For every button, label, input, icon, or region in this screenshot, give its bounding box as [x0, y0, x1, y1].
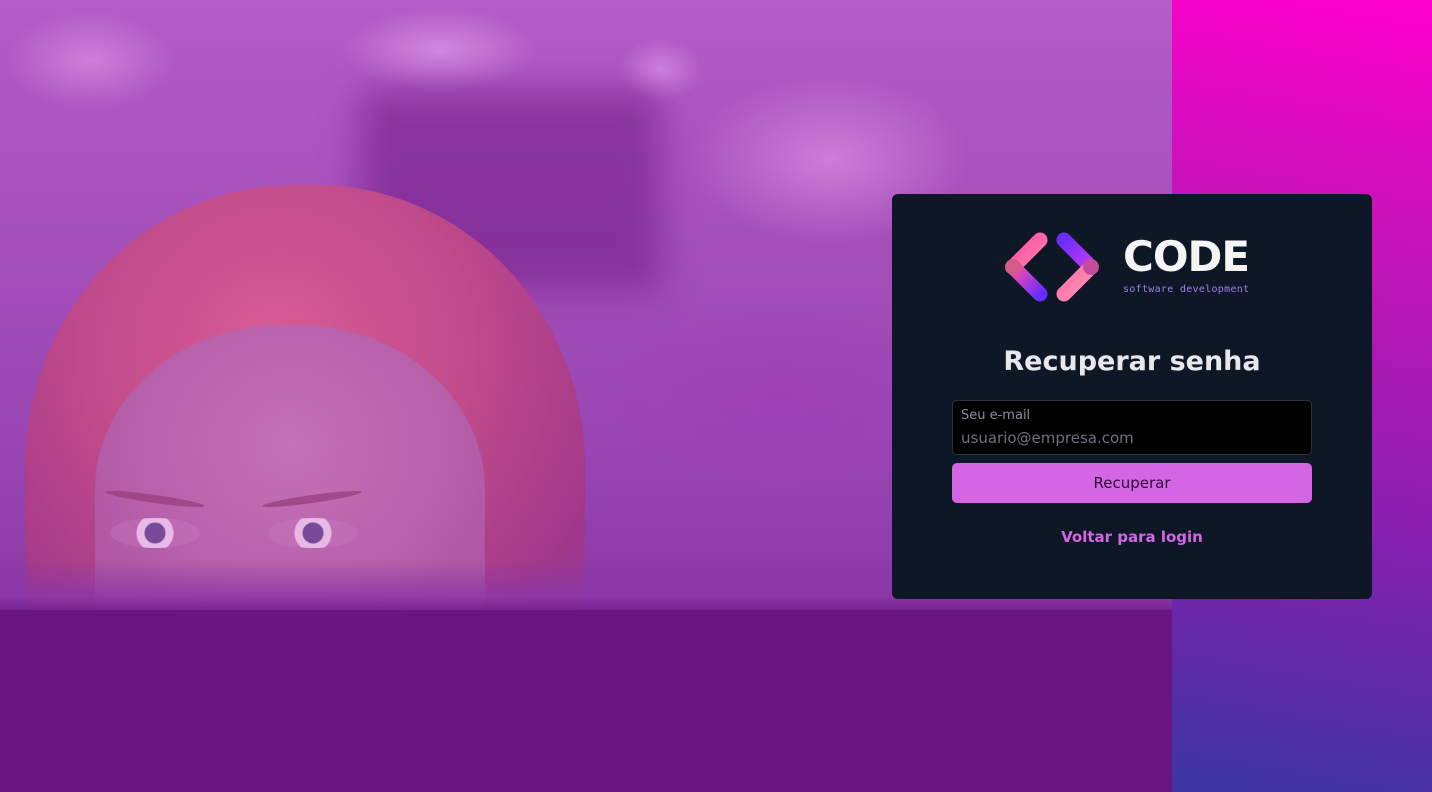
recover-password-card: CODE software development Recuperar senh… — [892, 194, 1372, 599]
page-title: Recuperar senha — [1003, 346, 1261, 377]
email-input[interactable] — [961, 427, 1301, 449]
email-label: Seu e-mail — [961, 408, 1031, 423]
brand-tagline: software development — [1123, 284, 1250, 295]
back-to-login-link[interactable]: Voltar para login — [892, 528, 1372, 546]
brand-logo: CODE software development — [1002, 232, 1264, 306]
laptop-foreground — [0, 610, 1172, 792]
email-field[interactable]: Seu e-mail — [952, 400, 1312, 455]
recover-button[interactable]: Recuperar — [952, 463, 1312, 503]
code-brackets-icon — [1005, 232, 1099, 302]
brand-name: CODE — [1123, 232, 1250, 281]
